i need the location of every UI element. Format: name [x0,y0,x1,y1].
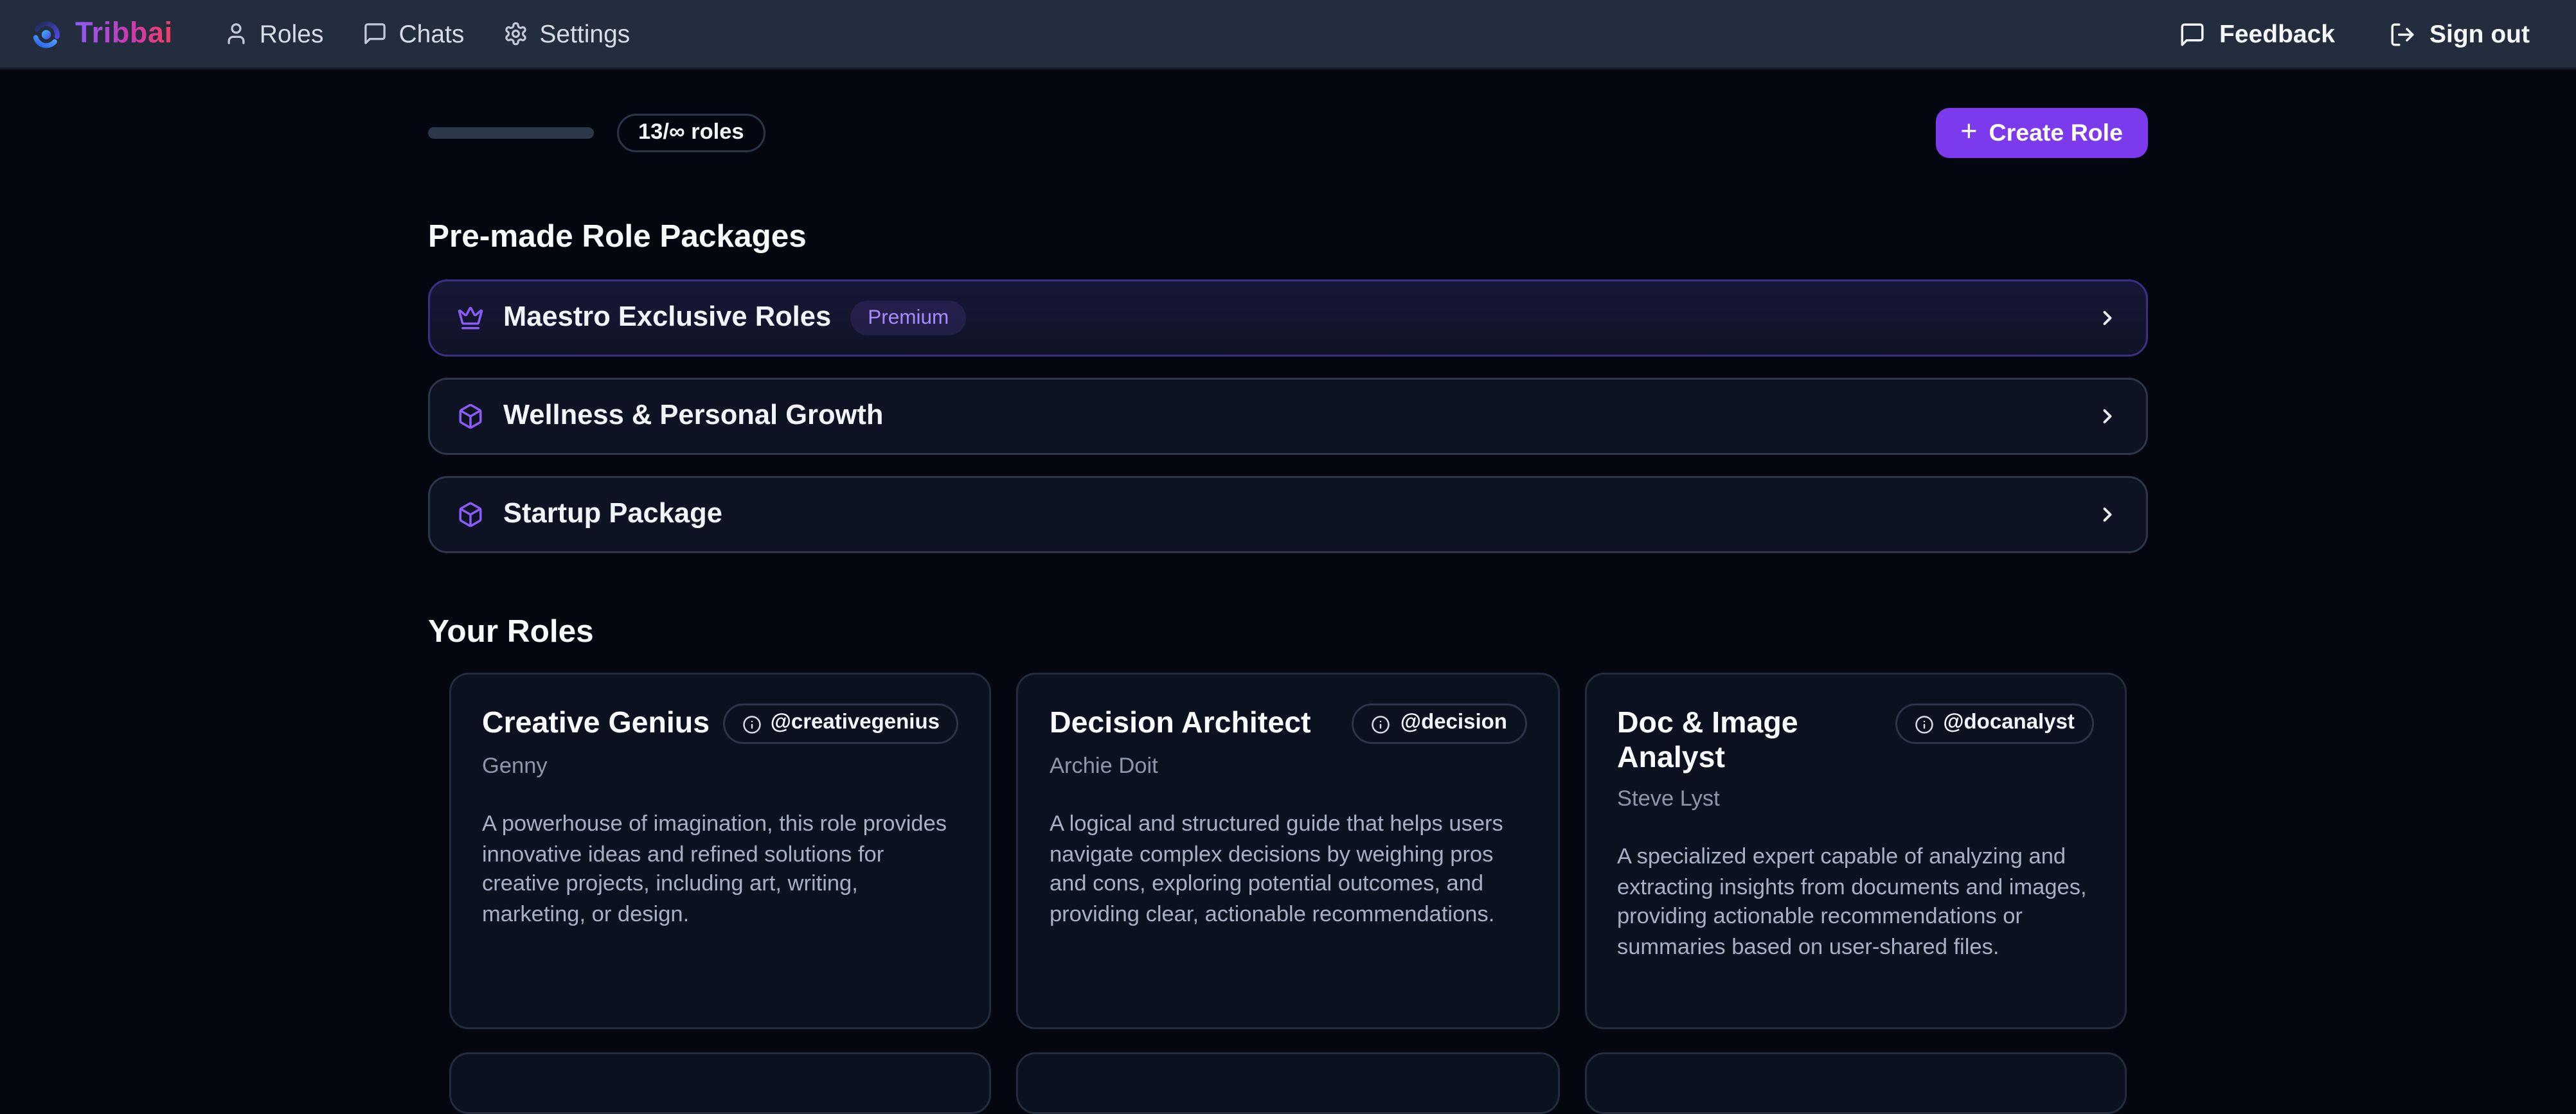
feedback-chat-icon [2179,21,2206,48]
brand-logo[interactable]: Tribbai [31,17,173,50]
role-card-creative-genius[interactable]: Creative Genius @creativegenius Genny A … [449,673,992,1029]
role-card-partial[interactable] [1017,1052,1559,1114]
card-title: Creative Genius [482,703,710,742]
package-row-startup[interactable]: Startup Package [428,476,2148,553]
package-row-wellness[interactable]: Wellness & Personal Growth [428,378,2148,455]
crown-icon [457,305,484,332]
nav-right: Feedback Sign out [2179,19,2530,48]
gear-icon [503,21,528,46]
card-title: Decision Architect [1050,703,1311,742]
handle-label: @docanalyst [1943,713,2075,734]
user-icon [223,21,248,46]
chat-bubble-icon [362,21,387,46]
card-subtitle: Steve Lyst [1617,788,2094,811]
package-icon [457,501,484,528]
plus-icon: + [1960,119,1977,146]
your-roles-section-title: Your Roles [428,611,2148,653]
package-row-maestro[interactable]: Maestro Exclusive Roles Premium [428,279,2148,357]
chevron-right-icon [2096,306,2119,330]
card-description: A specialized expert capable of analyzin… [1617,844,2094,964]
create-role-label: Create Role [1989,119,2123,146]
feedback-button[interactable]: Feedback [2179,19,2335,48]
top-navbar: Tribbai Roles Chats Settings [0,0,2576,69]
card-header: Creative Genius @creativegenius [482,703,959,744]
nav-item-chats[interactable]: Chats [362,19,464,48]
handle-badge[interactable]: @creativegenius [722,703,959,744]
handle-badge[interactable]: @decision [1352,703,1526,744]
card-header: Doc & Image Analyst @docanalyst [1617,703,2094,777]
package-label: Startup Package [503,499,722,530]
nav-item-label: Roles [260,19,324,48]
package-label: Maestro Exclusive Roles [503,303,831,333]
roles-toolbar: 13/∞ roles + Create Role [428,108,2148,158]
packages-section-title: Pre-made Role Packages [428,216,2148,258]
card-description: A powerhouse of imagination, this role p… [482,811,959,931]
roles-progress-bar [428,127,594,139]
package-label: Wellness & Personal Growth [503,401,883,432]
nav-item-label: Chats [398,19,464,48]
card-description: A logical and structured guide that help… [1050,811,1526,931]
chevron-right-icon [2096,503,2119,526]
handle-label: @creativegenius [771,713,940,734]
signout-button[interactable]: Sign out [2389,19,2530,48]
card-subtitle: Genny [482,756,959,779]
card-header: Decision Architect @decision [1050,703,1526,744]
info-icon [742,714,761,734]
feedback-label: Feedback [2219,19,2335,48]
roles-cards-grid-row2 [428,1052,2148,1114]
role-card-partial[interactable] [449,1052,992,1114]
role-card-doc-image-analyst[interactable]: Doc & Image Analyst @docanalyst Steve Ly… [1584,673,2127,1029]
premium-badge: Premium [850,301,966,335]
card-subtitle: Archie Doit [1050,756,1526,779]
roles-count-badge: 13/∞ roles [617,114,765,152]
role-card-decision-architect[interactable]: Decision Architect @decision Archie Doit… [1017,673,1559,1029]
roles-cards-grid: Creative Genius @creativegenius Genny A … [428,673,2148,1029]
signout-icon [2389,21,2416,48]
tribbai-logo-icon [31,19,62,49]
package-icon [457,403,484,430]
handle-badge[interactable]: @docanalyst [1895,703,2094,744]
main-content: 13/∞ roles + Create Role Pre-made Role P… [428,108,2148,1114]
nav-item-label: Settings [539,19,630,48]
signout-label: Sign out [2429,19,2530,48]
nav-item-settings[interactable]: Settings [503,19,630,48]
info-icon [1914,714,1933,734]
nav-menu: Roles Chats Settings [223,19,631,48]
info-icon [1372,714,1391,734]
nav-item-roles[interactable]: Roles [223,19,324,48]
create-role-button[interactable]: + Create Role [1935,108,2148,158]
brand-name: Tribbai [75,17,173,50]
role-card-partial[interactable] [1584,1052,2127,1114]
card-title: Doc & Image Analyst [1617,703,1895,777]
chevron-right-icon [2096,405,2119,428]
handle-label: @decision [1400,713,1507,734]
